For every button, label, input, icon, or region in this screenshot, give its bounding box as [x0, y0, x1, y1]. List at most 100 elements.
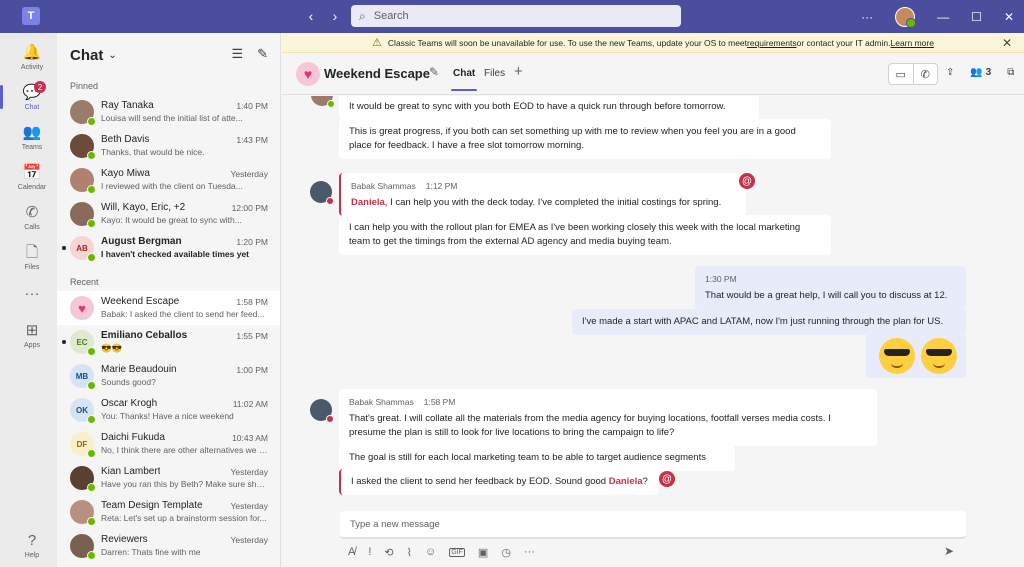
attach-icon[interactable]: ⌇	[407, 546, 412, 559]
close-icon[interactable]: ✕	[1002, 36, 1012, 50]
rail-label: Help	[24, 551, 40, 559]
call-buttons: ▭ ✆	[888, 63, 938, 85]
chat-time: 1:43 PM	[236, 135, 268, 145]
mention[interactable]: Daniela	[351, 197, 385, 208]
chat-name: Oscar Krogh	[101, 398, 158, 409]
search-input[interactable]: ⌕ Search	[351, 5, 681, 27]
tab-chat[interactable]: Chat	[450, 68, 478, 91]
sender-avatar[interactable]	[310, 181, 334, 205]
presence-available-icon	[87, 483, 96, 492]
more-options-icon[interactable]: ···	[524, 546, 535, 558]
back-arrow-icon[interactable]: ‹	[304, 7, 318, 25]
chat-list-item[interactable]: DF Daichi Fukuda 10:43 AM No, I think there…	[57, 427, 280, 461]
own-message-bubble[interactable]: I've made a start with APAC and LATAM, n…	[572, 309, 966, 335]
presence-available-icon	[87, 219, 96, 228]
participants-button[interactable]: 👥 3	[970, 67, 991, 78]
rail-item-files[interactable]: 🗋 Files	[0, 237, 64, 277]
rail-item-more[interactable]: ···	[0, 275, 64, 315]
rail-item-teams[interactable]: 👥 Teams	[0, 117, 64, 157]
emoji-icon[interactable]: ☺	[425, 546, 436, 558]
profile-avatar[interactable]	[895, 6, 917, 28]
message-bubble[interactable]: Babak Shammas 1:58 PM That's great. I wil…	[339, 389, 877, 446]
video-call-icon[interactable]: ▭	[889, 64, 914, 84]
chat-list-item[interactable]: OK Oscar Krogh 11:02 AM You: Thanks! Have a…	[57, 393, 280, 427]
avatar-initials: ♥	[78, 300, 86, 316]
message-bubble[interactable]: This is great progress, if you both can …	[339, 119, 831, 159]
chat-time: 1:40 PM	[236, 101, 268, 111]
rail-label: Calls	[24, 223, 40, 231]
chat-preview: You: Thanks! Have a nice weekend	[101, 411, 234, 421]
maximize-button[interactable]: ☐	[971, 10, 982, 24]
sender-avatar[interactable]	[311, 96, 335, 108]
chat-time: 1:55 PM	[236, 331, 268, 341]
rail-label: Teams	[21, 143, 43, 151]
chevron-down-icon[interactable]: ⌄	[108, 50, 116, 61]
chat-list-item[interactable]: Ray Tanaka 1:40 PM Louisa will send the in…	[57, 95, 280, 129]
chat-list-item[interactable]: Beth Davis 1:43 PM Thanks, that would be n…	[57, 129, 280, 163]
message-bubble[interactable]: It would be great to sync with you both …	[339, 96, 759, 120]
message-compose-box[interactable]: Type a new message	[340, 511, 966, 539]
avatar: AB	[70, 236, 96, 262]
chat-list-item[interactable]: Reviewers Yesterday Darren: Thats fine wit…	[57, 529, 280, 563]
minimize-button[interactable]: —	[937, 10, 949, 24]
chat-list-item[interactable]: Team Design Template Yesterday Reta: Let's…	[57, 495, 280, 529]
mention[interactable]: Daniela	[609, 476, 643, 487]
schedule-icon[interactable]: ◷	[501, 546, 511, 559]
sender-avatar[interactable]	[310, 399, 334, 423]
edit-pencil-icon[interactable]: ✎	[429, 65, 439, 79]
audio-call-icon[interactable]: ✆	[914, 64, 938, 84]
forward-arrow-icon[interactable]: ›	[328, 7, 342, 25]
rail-item-apps[interactable]: ⊞ Apps	[0, 315, 64, 355]
compose-placeholder: Type a new message	[350, 519, 440, 530]
pinned-list: Ray Tanaka 1:40 PM Louisa will send the in…	[57, 95, 280, 265]
learn-more-link[interactable]: Learn more	[890, 38, 933, 48]
message-text: The goal is still for each local marketi…	[349, 452, 706, 463]
popout-icon[interactable]: ⧉	[1007, 67, 1014, 78]
requirements-link[interactable]: requirements	[747, 38, 797, 48]
chat-name: Kayo Miwa	[101, 168, 150, 179]
own-emoji-message[interactable]	[866, 334, 966, 378]
rail-item-chat[interactable]: 💬 Chat 2	[0, 77, 64, 117]
chat-list-item[interactable]: EC Emiliano Ceballos 1:55 PM 😎😎	[57, 325, 280, 359]
send-icon[interactable]: ➤	[944, 544, 954, 558]
close-button[interactable]: ✕	[1004, 10, 1014, 24]
avatar: DF	[70, 432, 96, 458]
chat-list-header: Chat ⌄ ☰ ✎	[57, 33, 280, 77]
chat-list-title[interactable]: Chat	[70, 47, 103, 64]
more-options-icon[interactable]: ···	[861, 10, 873, 24]
chat-list-item[interactable]: Will, Kayo, Eric, +2 12:00 PM Kayo: It wou…	[57, 197, 280, 231]
sunglasses-emoji-icon	[921, 338, 957, 374]
avatar	[70, 134, 96, 160]
message-bubble[interactable]: The goal is still for each local marketi…	[339, 445, 735, 471]
message-bubble[interactable]: Babak Shammas 1:12 PM Daniela, I can help…	[339, 173, 746, 216]
important-icon[interactable]: !	[368, 546, 371, 558]
new-chat-icon[interactable]: ✎	[257, 46, 268, 62]
own-message-bubble[interactable]: 1:30 PM That would be a great help, I wi…	[695, 266, 966, 309]
loop-icon[interactable]: ⟲	[384, 546, 393, 559]
pinned-section-label: Pinned	[70, 81, 99, 91]
chat-list-item[interactable]: Kian Lambert Yesterday Have you ran this b…	[57, 461, 280, 495]
teams-logo-icon: T	[22, 7, 40, 25]
format-icon[interactable]: A̸	[348, 546, 355, 558]
share-screen-icon[interactable]: ⇪	[946, 67, 954, 78]
rail-item-calendar[interactable]: 📅 Calendar	[0, 157, 64, 197]
help-icon: ?	[27, 531, 37, 549]
rail-item-calls[interactable]: ✆ Calls	[0, 197, 64, 237]
chat-time: Yesterday	[230, 501, 269, 511]
rail-item-activity[interactable]: 🔔 Activity	[0, 37, 64, 77]
message-bubble[interactable]: I asked the client to send her feedback …	[339, 469, 659, 495]
gif-icon[interactable]: GIF	[449, 547, 465, 557]
tab-files[interactable]: Files	[484, 68, 505, 79]
filter-icon[interactable]: ☰	[231, 46, 243, 62]
chat-list-item[interactable]: Kayo Miwa Yesterday I reviewed with the cl…	[57, 163, 280, 197]
chat-list-item[interactable]: AB August Bergman 1:20 PM I haven't checked…	[57, 231, 280, 265]
message-bubble[interactable]: I can help you with the rollout plan for…	[339, 215, 831, 255]
avatar-initials: DF	[76, 439, 88, 449]
sticker-icon[interactable]: ▣	[478, 546, 488, 559]
avatar	[70, 534, 96, 560]
add-tab-icon[interactable]: +	[514, 63, 523, 80]
chat-list-item[interactable]: ♥ Weekend Escape 1:58 PM Babak: I asked the…	[57, 291, 280, 325]
rail-item-help[interactable]: ? Help	[0, 525, 64, 565]
chat-list-item[interactable]: MB Marie Beaudouin 1:00 PM Sounds good?	[57, 359, 280, 393]
chat-time: 11:02 AM	[232, 399, 268, 409]
